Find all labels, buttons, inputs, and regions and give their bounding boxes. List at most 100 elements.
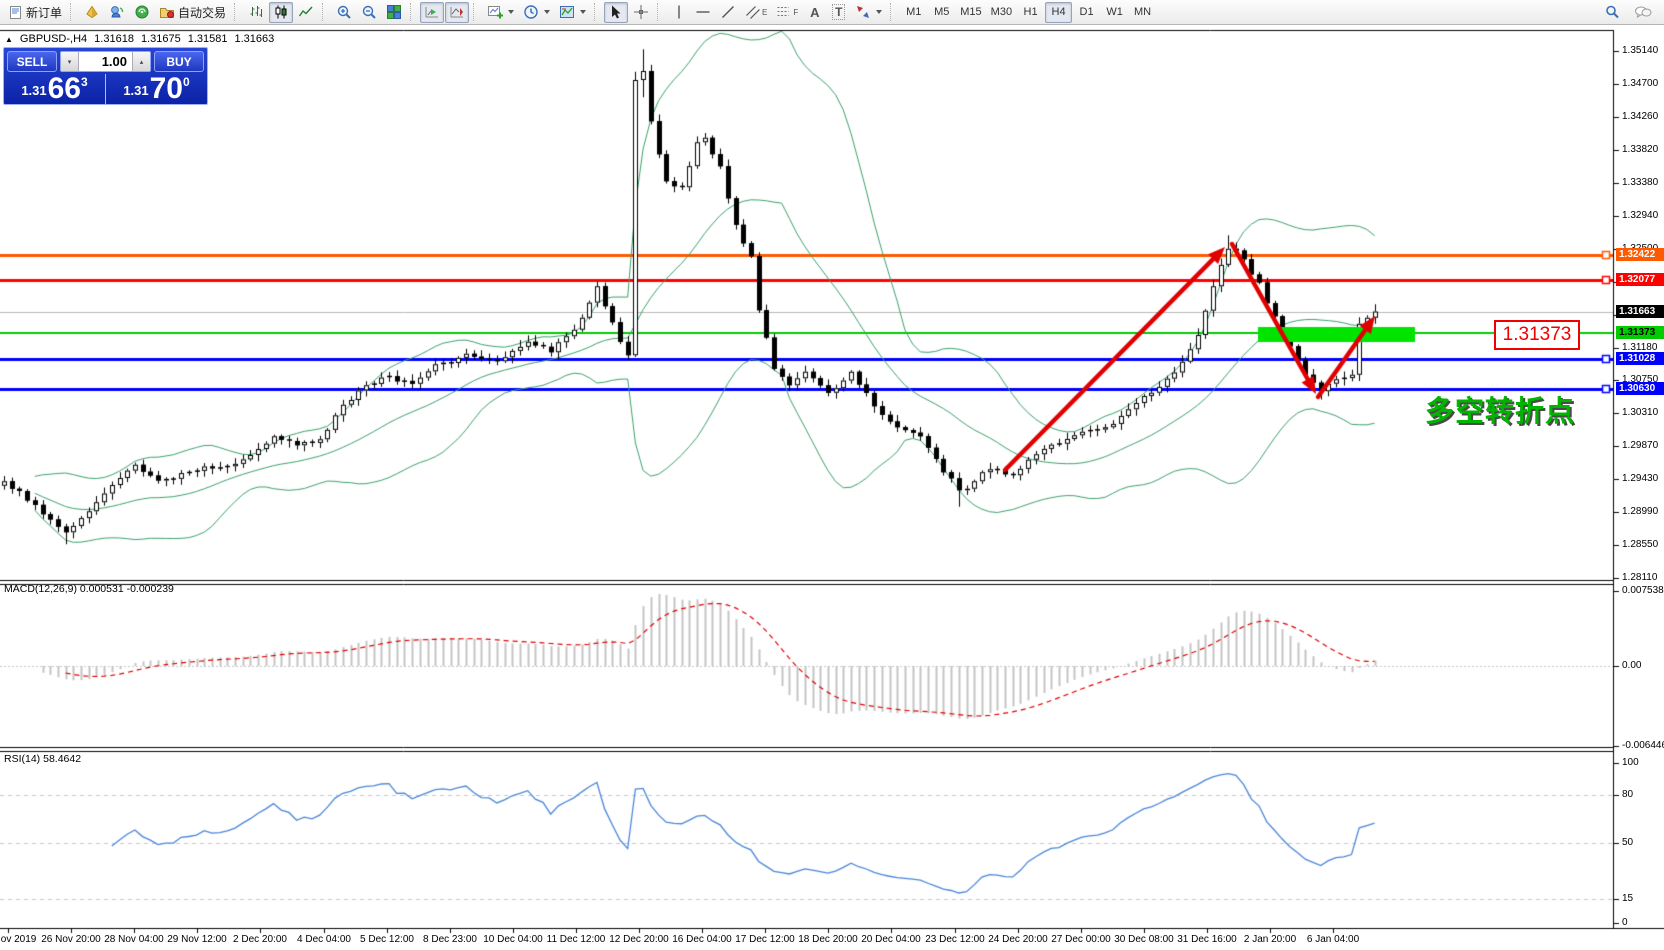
sell-price-big: 66 [48, 75, 81, 102]
cursor-button[interactable] [604, 2, 628, 23]
tile-windows-button[interactable] [382, 2, 406, 23]
timeframe-m1[interactable]: M1 [900, 2, 927, 23]
toolbar-right-group [1600, 2, 1660, 23]
tile-windows-icon [386, 4, 402, 20]
chart-ohlc-title: ▲ GBPUSD-,H4 1.31618 1.31675 1.31581 1.3… [5, 33, 274, 45]
rsi-name: RSI(14) [4, 753, 40, 765]
equidistant-channel-button[interactable]: E [741, 2, 771, 23]
fibonacci-button[interactable]: F [772, 2, 802, 23]
cursor-icon [608, 4, 624, 20]
timeframe-d1[interactable]: D1 [1073, 2, 1100, 23]
symbol-period: GBPUSD-,H4 [20, 33, 87, 45]
trendline-icon [720, 4, 736, 20]
auto-scroll-icon [424, 4, 440, 20]
collapse-triangle-icon: ▲ [5, 35, 13, 44]
zoom-in-button[interactable] [332, 2, 356, 23]
sell-button[interactable]: SELL [7, 51, 57, 72]
separator [322, 3, 327, 21]
fibonacci-letter: F [793, 8, 798, 17]
ohlc-close: 1.31663 [234, 33, 274, 45]
macd-value-signal: -0.000239 [127, 583, 174, 595]
zoom-in-icon [336, 4, 352, 20]
separator [70, 3, 75, 21]
arrows-caret [876, 10, 882, 14]
chart-shift-button[interactable] [445, 2, 469, 23]
trendline-button[interactable] [716, 2, 740, 23]
market-button[interactable] [80, 2, 104, 23]
news-icon [134, 4, 150, 20]
templates-icon [559, 4, 575, 20]
auto-trading-label: 自动交易 [178, 4, 226, 21]
chart-shift-icon [449, 4, 465, 20]
text-icon: A [810, 5, 819, 20]
toolbar: 新订单 自动交易 [0, 0, 1664, 25]
timeframe-m15[interactable]: M15 [956, 2, 985, 23]
candlestick-chart-button[interactable] [269, 2, 293, 23]
macd-label: MACD(12,26,9) 0.000531 -0.000239 [4, 583, 174, 595]
zoom-out-icon [361, 4, 377, 20]
arrows-button[interactable] [851, 2, 886, 23]
rsi-value: 58.4642 [43, 753, 81, 765]
rsi-label: RSI(14) 58.4642 [4, 753, 81, 765]
periods-caret [544, 10, 550, 14]
periods-button[interactable] [519, 2, 554, 23]
volume-decrease-button[interactable]: ▾ [61, 52, 79, 71]
text-label-button[interactable]: T [827, 2, 850, 23]
templates-button[interactable] [555, 2, 590, 23]
buy-price[interactable]: 1.31 70 0 [106, 74, 207, 104]
timeframe-h1[interactable]: H1 [1017, 2, 1044, 23]
line-chart-button[interactable] [294, 2, 318, 23]
separator [890, 3, 895, 21]
new-chart-caret [508, 10, 514, 14]
new-order-icon [8, 5, 23, 20]
fibonacci-icon [776, 4, 792, 20]
new-order-label: 新订单 [26, 4, 62, 21]
price-callout-label[interactable]: 1.31373 [1494, 320, 1580, 350]
candlestick-chart-icon [273, 4, 289, 20]
bar-chart-button[interactable] [244, 2, 268, 23]
ohlc-high: 1.31675 [141, 33, 181, 45]
separator [657, 3, 662, 21]
timeframe-m30[interactable]: M30 [987, 2, 1016, 23]
signals-button[interactable] [105, 2, 129, 23]
timeframe-m5[interactable]: M5 [928, 2, 955, 23]
channel-letter: E [762, 8, 767, 17]
horizontal-line-icon [695, 4, 711, 20]
volume-input[interactable]: 1.00 [79, 52, 132, 71]
ohlc-low: 1.31581 [188, 33, 228, 45]
crosshair-icon [633, 4, 649, 20]
sell-price[interactable]: 1.31 66 3 [4, 74, 106, 104]
text-button[interactable]: A [803, 2, 826, 23]
sell-price-pip: 3 [81, 75, 88, 89]
news-button[interactable] [130, 2, 154, 23]
chat-button[interactable] [1630, 2, 1656, 23]
buy-price-pip: 0 [183, 75, 190, 89]
bar-chart-icon [248, 4, 264, 20]
auto-scroll-button[interactable] [420, 2, 444, 23]
volume-increase-button[interactable]: ▴ [132, 52, 150, 71]
search-button[interactable] [1600, 2, 1624, 23]
market-icon [84, 4, 100, 20]
separator [594, 3, 599, 21]
timeframe-w1[interactable]: W1 [1101, 2, 1128, 23]
timeframe-h4[interactable]: H4 [1045, 2, 1072, 23]
buy-price-prefix: 1.31 [123, 83, 148, 98]
line-chart-icon [298, 4, 314, 20]
zoom-out-button[interactable] [357, 2, 381, 23]
volume-stepper: ▾ 1.00 ▴ [60, 51, 151, 72]
one-click-trading-panel: SELL ▾ 1.00 ▴ BUY 1.31 66 3 1.31 70 0 [3, 47, 208, 105]
auto-trading-icon [159, 4, 175, 20]
chart-surface[interactable] [0, 0, 1664, 950]
new-chart-button[interactable] [483, 2, 518, 23]
auto-trading-button[interactable]: 自动交易 [155, 2, 230, 23]
crosshair-button[interactable] [629, 2, 653, 23]
vertical-line-button[interactable] [667, 2, 690, 23]
chat-icon [1634, 4, 1652, 20]
new-order-button[interactable]: 新订单 [4, 2, 66, 23]
buy-button[interactable]: BUY [154, 51, 204, 72]
horizontal-line-button[interactable] [691, 2, 715, 23]
timeframe-mn[interactable]: MN [1129, 2, 1156, 23]
search-icon [1604, 4, 1620, 20]
sell-price-prefix: 1.31 [21, 83, 46, 98]
turning-point-annotation: 多空转折点 [1425, 388, 1575, 430]
